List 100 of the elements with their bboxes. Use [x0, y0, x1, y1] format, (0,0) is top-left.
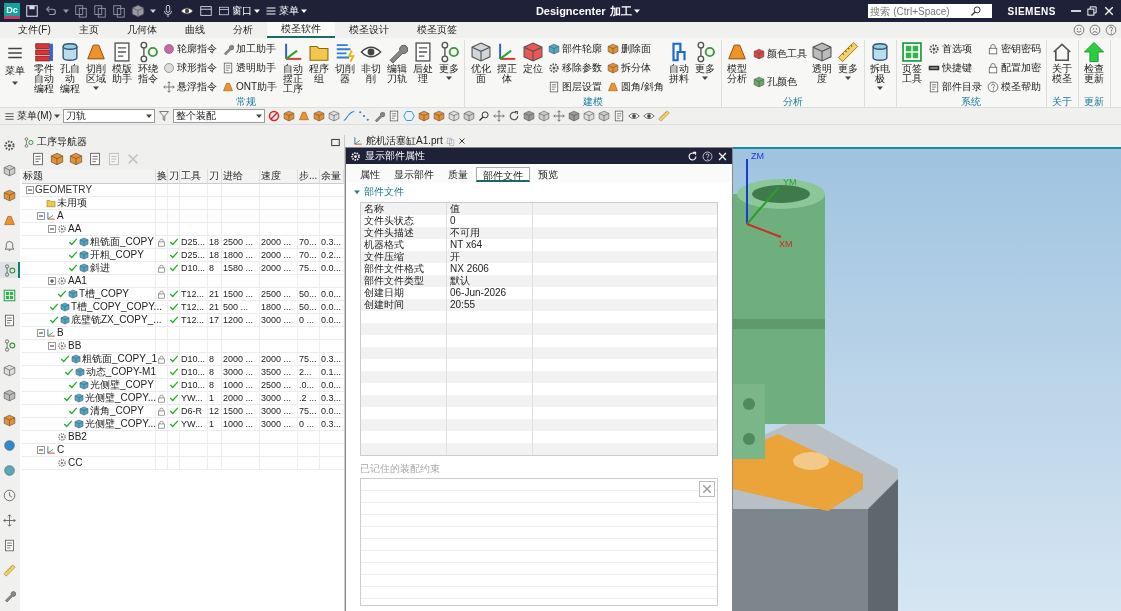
- ribbon-button[interactable]: 模型分析: [724, 40, 750, 96]
- operation-name[interactable]: 光侧壁_COPY...: [85, 392, 156, 404]
- dialog-tab[interactable]: 属性: [354, 167, 386, 182]
- ribbon-button[interactable]: 部件目录: [927, 79, 982, 94]
- tree-node-label[interactable]: B: [57, 327, 64, 339]
- operation-name[interactable]: 粗铣面_COPY_1: [82, 353, 158, 365]
- tree-node-label[interactable]: C: [57, 444, 65, 456]
- ribbon-button[interactable]: 拆电极: [867, 40, 893, 96]
- column-header[interactable]: 步...: [298, 169, 320, 184]
- tree-node-label[interactable]: BB: [68, 340, 82, 352]
- ribbon-button[interactable]: 检查更新: [1081, 40, 1107, 96]
- mode-menu[interactable]: 加工: [609, 3, 640, 19]
- menu-tab[interactable]: 曲线: [170, 22, 219, 38]
- ribbon-button[interactable]: 密钥密码: [986, 42, 1041, 57]
- operation-name[interactable]: 清角_COPY: [90, 405, 144, 417]
- collapse-icon[interactable]: [48, 225, 56, 233]
- ribbon-button[interactable]: 切削区域: [83, 40, 108, 96]
- tree-node-label[interactable]: GEOMETRY: [35, 184, 93, 196]
- menu-button[interactable]: 菜单(M): [4, 109, 60, 123]
- menu-tab[interactable]: 模圣页签: [402, 22, 471, 38]
- dialog-tab[interactable]: 显示部件: [388, 167, 440, 182]
- ribbon-button[interactable]: 程序组: [306, 40, 332, 96]
- operation-name[interactable]: 动态_COPY-M1: [85, 366, 156, 378]
- ribbon-button[interactable]: 移除参数: [548, 61, 603, 75]
- ribbon-button[interactable]: 透明度: [809, 40, 835, 96]
- menu-button[interactable]: 菜单: [265, 4, 307, 18]
- ribbon-button[interactable]: 摆正体: [494, 40, 520, 96]
- model-drawing[interactable]: [733, 179, 898, 611]
- tree-node-label[interactable]: 未用项: [57, 197, 87, 209]
- operation-name[interactable]: 开粗_COPY: [90, 249, 144, 261]
- tree-node-label[interactable]: AA: [68, 223, 82, 235]
- ribbon-button[interactable]: 删除面: [607, 42, 664, 57]
- menu-tab[interactable]: 几何体: [112, 22, 171, 38]
- tree-node-label[interactable]: CC: [68, 457, 83, 469]
- ribbon-button[interactable]: 关于模圣: [1049, 40, 1075, 96]
- expand-icon[interactable]: [48, 277, 56, 285]
- scope-dropdown[interactable]: 整个装配: [173, 109, 265, 123]
- column-header[interactable]: 刀: [168, 169, 180, 184]
- ribbon-button[interactable]: 球形指令: [163, 61, 217, 75]
- ribbon-button[interactable]: 颜色工具: [752, 47, 807, 61]
- ribbon-button[interactable]: 悬浮指令: [163, 79, 217, 94]
- ribbon-button[interactable]: 部件轮廓: [548, 42, 603, 57]
- column-header[interactable]: 速度: [260, 169, 298, 184]
- search-field[interactable]: 搜索 (Ctrl+Space): [868, 4, 993, 18]
- tree-node-label[interactable]: A: [57, 210, 64, 222]
- tree-node-label[interactable]: AA1: [68, 275, 87, 287]
- ribbon-button[interactable]: 加工助手: [222, 42, 278, 57]
- ribbon-button[interactable]: 孔颜色: [752, 75, 807, 89]
- ribbon-button[interactable]: 模圣帮助: [986, 79, 1041, 94]
- filter-dropdown[interactable]: 刀轨: [63, 109, 155, 123]
- operation-name[interactable]: 粗铣面_COPY: [90, 236, 154, 248]
- operation-name[interactable]: 斜进: [90, 262, 110, 274]
- ribbon-button[interactable]: 透明助手: [222, 61, 278, 75]
- menu-button[interactable]: 菜单: [2, 40, 28, 107]
- column-header[interactable]: 工具: [180, 169, 208, 184]
- ribbon-button[interactable]: 后处理: [410, 40, 436, 96]
- ribbon-button[interactable]: 圆角/斜角: [607, 79, 664, 94]
- operation-name[interactable]: T槽_COPY: [79, 288, 129, 300]
- ribbon-button[interactable]: 更多: [835, 40, 861, 96]
- ribbon-button[interactable]: 更多: [436, 40, 462, 96]
- ribbon-button[interactable]: 优化面: [468, 40, 494, 96]
- column-header[interactable]: 进给: [222, 169, 260, 184]
- operation-name[interactable]: T槽_COPY_COPY...: [71, 301, 162, 313]
- column-header[interactable]: 标题: [22, 169, 156, 184]
- collapse-icon[interactable]: [37, 212, 45, 220]
- ribbon-button[interactable]: 图层设置: [548, 79, 603, 94]
- column-header[interactable]: 换: [156, 169, 168, 184]
- ribbon-button[interactable]: 环绕指令: [135, 40, 160, 96]
- operation-name[interactable]: 光侧壁_COPY: [90, 379, 154, 391]
- menu-tab[interactable]: 模圣软件: [266, 22, 335, 38]
- column-header[interactable]: 余量: [320, 169, 344, 184]
- column-header[interactable]: 刀: [208, 169, 222, 184]
- menu-tab[interactable]: 主页: [64, 22, 113, 38]
- tree-node-label[interactable]: BB2: [68, 431, 87, 443]
- ribbon-button[interactable]: 非切削: [358, 40, 384, 96]
- ribbon-button[interactable]: 页签工具: [899, 40, 925, 96]
- ribbon-button[interactable]: 切削器: [332, 40, 358, 96]
- dialog-tab[interactable]: 部件文件: [476, 167, 530, 182]
- ribbon-button[interactable]: 零件自动编程: [31, 40, 56, 96]
- collapse-icon[interactable]: [48, 342, 56, 350]
- ribbon-button[interactable]: 模版助手: [109, 40, 134, 96]
- ribbon-button[interactable]: 拆分体: [607, 61, 664, 75]
- menu-tab[interactable]: 分析: [218, 22, 267, 38]
- ribbon-button[interactable]: 首选项: [927, 42, 982, 57]
- ribbon-button[interactable]: 编辑刀轨: [384, 40, 410, 96]
- remove-button[interactable]: [699, 481, 715, 497]
- ribbon-button[interactable]: 孔自动编程: [57, 40, 82, 96]
- collapse-icon[interactable]: [37, 329, 45, 337]
- collapse-icon[interactable]: [37, 446, 45, 454]
- file-tab[interactable]: 舵机活塞缸A1.prt: [353, 134, 466, 148]
- dialog-tab[interactable]: 质量: [442, 167, 474, 182]
- ribbon-button[interactable]: 轮廓指令: [163, 42, 217, 57]
- ribbon-button[interactable]: 定位: [520, 40, 546, 96]
- ribbon-button[interactable]: 自动摆正工序: [280, 40, 306, 96]
- menu-tab[interactable]: 文件(F): [4, 22, 65, 38]
- operation-name[interactable]: 光侧壁_COPY...: [85, 418, 156, 430]
- dialog-tab[interactable]: 预览: [532, 167, 564, 182]
- collapse-icon[interactable]: [26, 186, 34, 194]
- sidebar-tab[interactable]: [0, 262, 20, 278]
- menu-tab[interactable]: 模圣设计: [334, 22, 403, 38]
